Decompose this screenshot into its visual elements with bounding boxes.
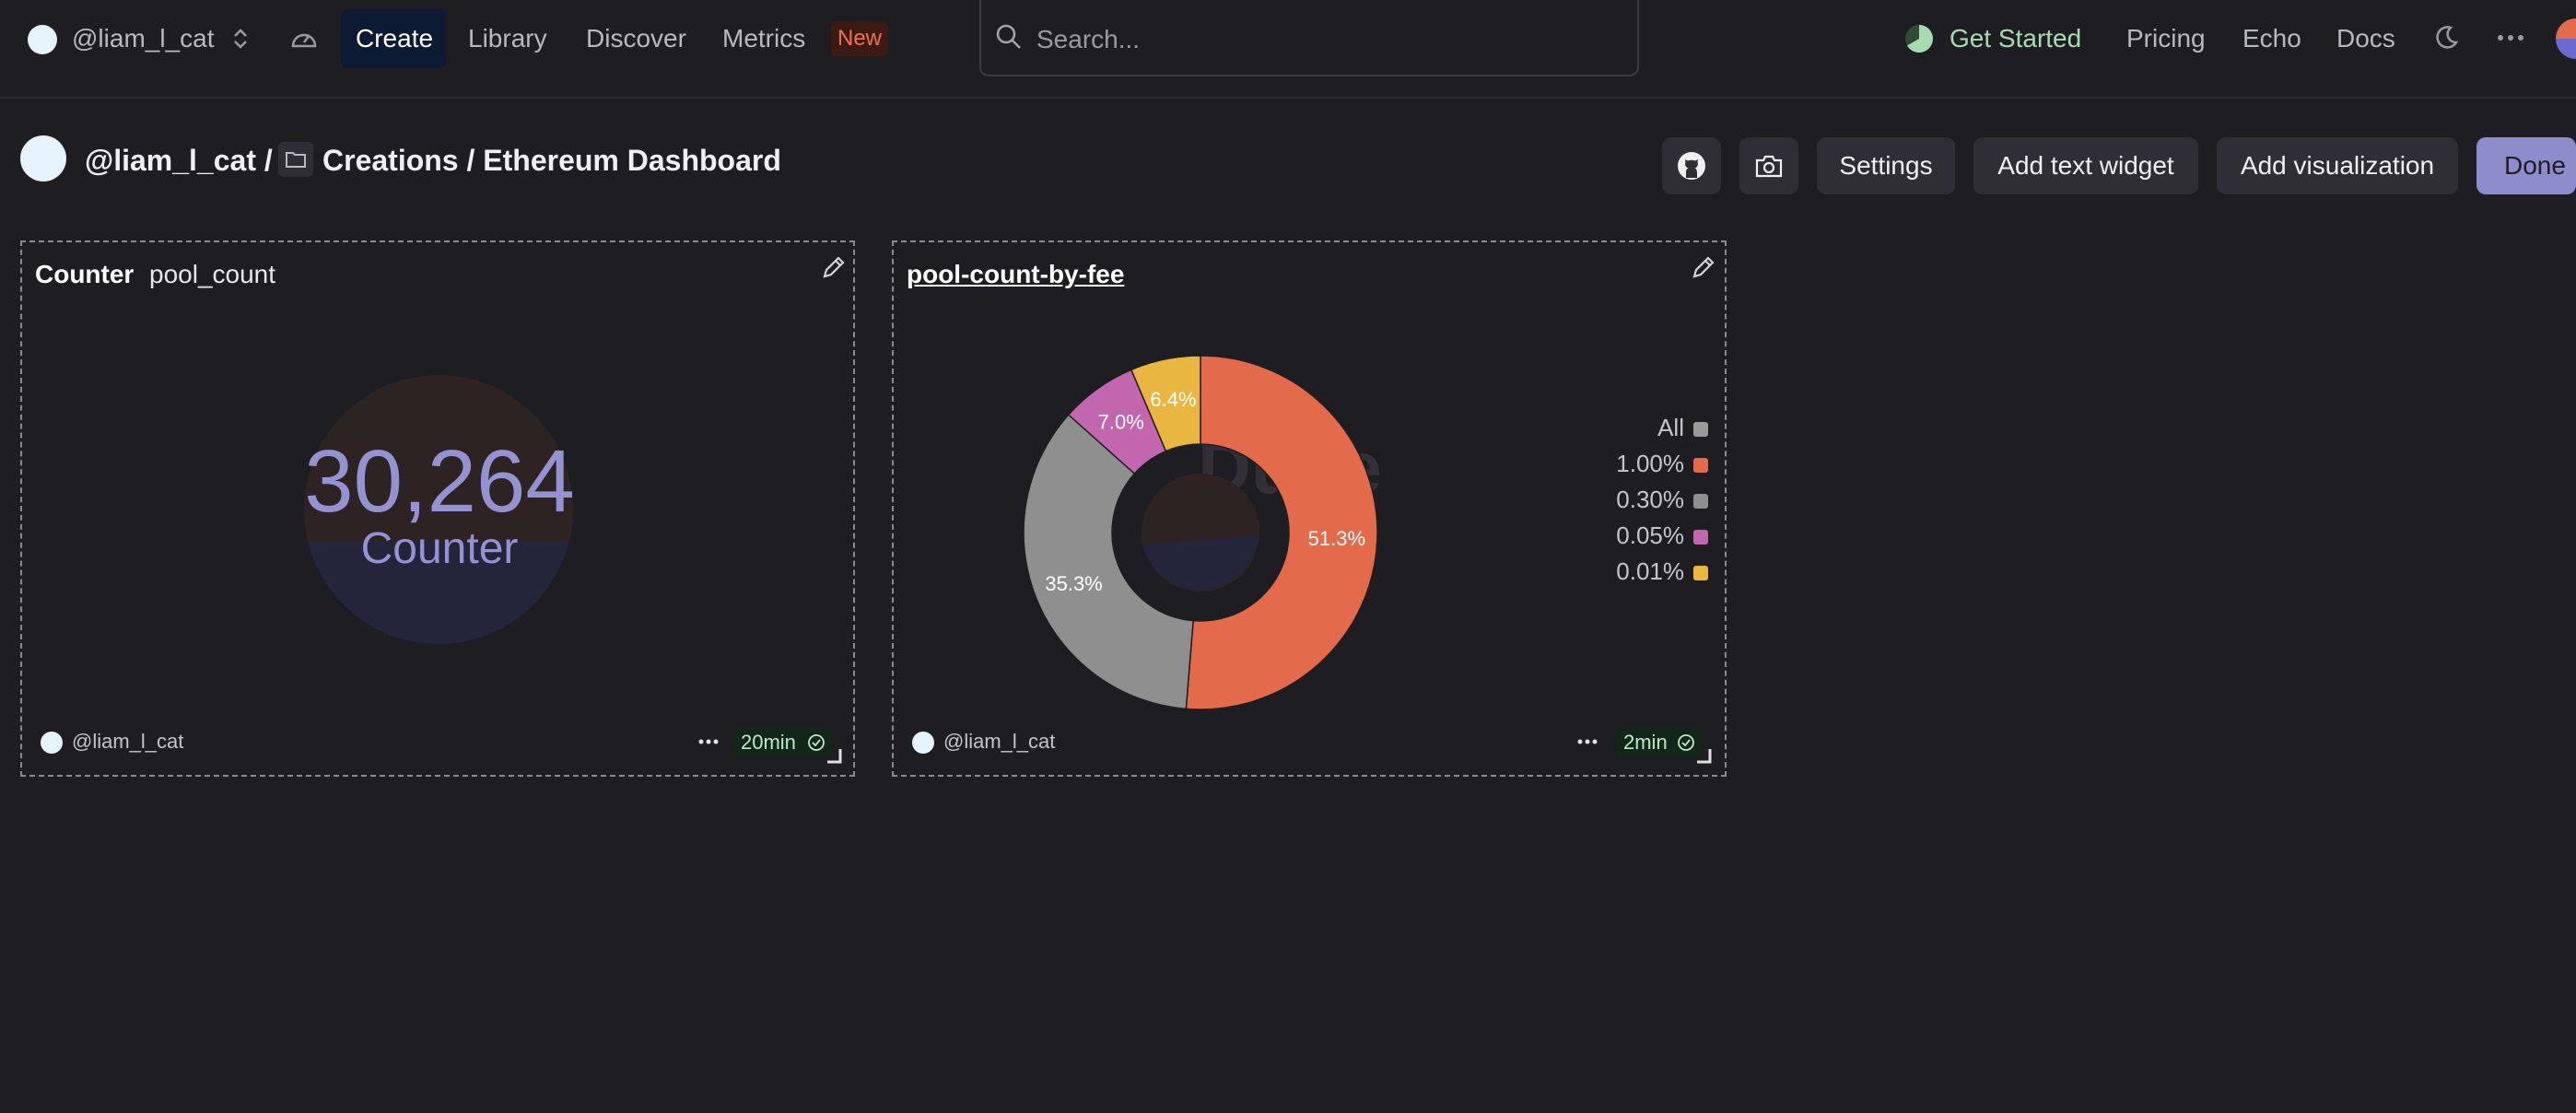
new-badge: New: [831, 21, 888, 56]
settings-button[interactable]: Settings: [1817, 137, 1955, 194]
more-horizontal-icon[interactable]: [1577, 738, 1598, 745]
user-avatar[interactable]: [28, 25, 57, 54]
legend-label: 0.30%: [1616, 486, 1684, 513]
slice-label-1.00%: 51.3%: [1308, 527, 1365, 550]
counter-value: 30,264: [304, 432, 575, 531]
legend-label: All: [1657, 414, 1684, 441]
legend-item-1pct[interactable]: 1.00%: [1616, 449, 1708, 478]
nav-metrics[interactable]: Metrics: [722, 22, 805, 55]
counter-widget[interactable]: Counter pool_count 30,264 Counter @liam_…: [20, 240, 855, 777]
legend-item-0-30pct[interactable]: 0.30%: [1616, 485, 1708, 514]
slice-label-0.30%: 35.3%: [1045, 572, 1102, 595]
widget-type-label: Counter: [35, 260, 135, 288]
legend-swatch: [1693, 494, 1708, 509]
resize-handle-icon[interactable]: [825, 747, 842, 764]
add-text-widget-button[interactable]: Add text widget: [1973, 137, 2198, 194]
refresh-status-badge[interactable]: 20min: [733, 728, 833, 757]
screenshot-button[interactable]: [1739, 137, 1798, 194]
speedometer-icon[interactable]: [289, 24, 319, 52]
refresh-status-badge[interactable]: 2min: [1616, 728, 1703, 757]
nav-create[interactable]: Create: [356, 22, 433, 55]
more-horizontal-icon[interactable]: [2497, 31, 2524, 44]
done-button[interactable]: Done: [2476, 137, 2576, 194]
owner-avatar[interactable]: [20, 135, 66, 182]
search-icon: [996, 24, 1021, 49]
center-watermark-logo: [1142, 474, 1259, 592]
refresh-interval: 2min: [1623, 731, 1668, 754]
pencil-icon[interactable]: [1690, 253, 1717, 281]
top-navigation-bar: @liam_l_cat Create Library Discover Metr…: [0, 0, 2576, 99]
nav-echo[interactable]: Echo: [2242, 22, 2301, 55]
counter-caption: Counter: [360, 524, 519, 573]
github-icon: [1678, 152, 1705, 180]
owner-avatar-small[interactable]: [912, 732, 934, 754]
get-started-link[interactable]: Get Started: [1950, 22, 2081, 55]
legend-item-0-01pct[interactable]: 0.01%: [1616, 556, 1708, 586]
breadcrumb-user[interactable]: @liam_l_cat /: [85, 140, 273, 181]
nav-pricing[interactable]: Pricing: [2126, 22, 2206, 55]
widget-owner[interactable]: @liam_l_cat: [943, 728, 1055, 756]
search-input[interactable]: [1035, 20, 1610, 59]
legend-swatch: [1693, 458, 1708, 473]
legend-swatch: [1693, 422, 1708, 437]
camera-icon: [1755, 155, 1783, 178]
legend-label: 0.05%: [1616, 521, 1684, 549]
legend-item-all[interactable]: All: [1657, 413, 1708, 442]
user-menu-avatar[interactable]: [2556, 18, 2576, 59]
slice-label-0.05%: 7.0%: [1098, 411, 1144, 434]
check-circle-icon: [1678, 734, 1694, 751]
nav-docs[interactable]: Docs: [2336, 22, 2395, 55]
resize-handle-icon[interactable]: [1695, 747, 1712, 764]
check-circle-icon: [808, 734, 825, 751]
nav-discover[interactable]: Discover: [586, 22, 686, 55]
refresh-interval: 20min: [741, 731, 796, 754]
account-switcher-name[interactable]: @liam_l_cat: [72, 22, 214, 55]
moon-icon[interactable]: [2432, 24, 2460, 52]
github-button[interactable]: [1662, 137, 1721, 194]
slice-label-0.01%: 6.4%: [1150, 388, 1196, 411]
dashboard-title: Creations / Ethereum Dashboard: [322, 144, 781, 177]
search-box[interactable]: [979, 0, 1639, 76]
owner-avatar-small[interactable]: [41, 732, 63, 754]
widget-title-link[interactable]: pool-count-by-fee: [907, 257, 1124, 292]
add-visualization-button[interactable]: Add visualization: [2217, 137, 2458, 194]
pencil-icon[interactable]: [820, 253, 848, 281]
nav-library[interactable]: Library: [468, 22, 547, 55]
widget-query-name[interactable]: pool_count: [149, 257, 275, 292]
legend-label: 0.01%: [1616, 557, 1684, 585]
donut-chart: Dune 51.3%35.3%7.0%6.4%: [1023, 355, 1382, 710]
chevron-updown-icon[interactable]: [230, 26, 251, 52]
legend-label: 1.00%: [1616, 450, 1684, 477]
legend-swatch: [1693, 530, 1708, 545]
more-horizontal-icon[interactable]: [698, 738, 719, 745]
folder-icon: [278, 142, 313, 177]
pie-chart-widget[interactable]: pool-count-by-fee Dune 51.3%35.3%7.0%6.4…: [892, 240, 1727, 777]
legend-item-0-05pct[interactable]: 0.05%: [1616, 521, 1708, 550]
progress-pie-icon: [1905, 25, 1933, 53]
widget-owner[interactable]: @liam_l_cat: [72, 728, 183, 756]
legend-swatch: [1693, 566, 1708, 580]
